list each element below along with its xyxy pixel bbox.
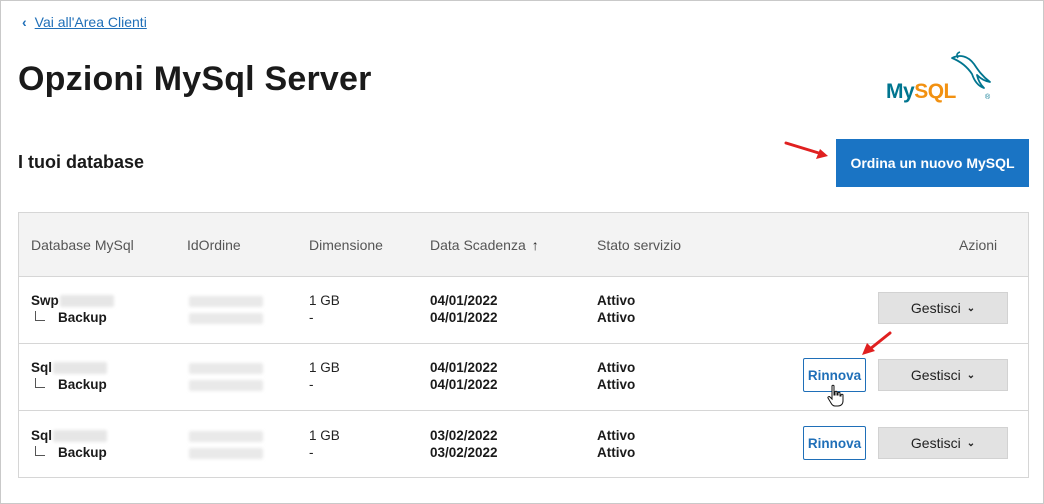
tree-branch-icon: [35, 445, 45, 456]
database-name-cell: Sql Backup: [31, 360, 108, 392]
size-cell: 1 GB -: [309, 360, 340, 392]
manage-dropdown-button[interactable]: Gestisci ⌄: [878, 292, 1008, 324]
chevron-left-icon: ‹: [22, 14, 27, 30]
tree-branch-icon: [35, 377, 45, 388]
status-cell: Attivo Attivo: [597, 360, 636, 392]
expiry-date-cell: 04/01/2022 04/01/2022: [430, 293, 498, 325]
id-ordine-cell: [189, 293, 263, 330]
renew-button[interactable]: Rinnova: [803, 426, 866, 460]
header-data-scadenza[interactable]: Data Scadenza ↑: [430, 237, 539, 253]
database-name-cell: Swp Backup: [31, 292, 114, 326]
chevron-down-icon: ⌄: [966, 437, 976, 449]
size-cell: 1 GB -: [309, 293, 340, 325]
mysql-wordmark: MySQL: [886, 80, 956, 103]
back-link-label: Vai all'Area Clienti: [34, 14, 147, 30]
header-stato-servizio: Stato servizio: [597, 237, 682, 253]
expiry-date-cell: 04/01/2022 04/01/2022: [430, 360, 498, 392]
annotation-arrow-icon: [862, 331, 892, 355]
sort-ascending-icon[interactable]: ↑: [532, 237, 539, 253]
chevron-down-icon: ⌄: [966, 302, 976, 314]
chevron-down-icon: ⌄: [966, 369, 976, 381]
status-cell: Attivo Attivo: [597, 428, 636, 460]
tree-branch-icon: [35, 310, 45, 321]
header-database: Database MySql: [31, 237, 134, 253]
header-azioni: Azioni: [959, 237, 998, 253]
mysql-logo: MySQL ®: [884, 48, 996, 108]
table-header: Database MySql IdOrdine Dimensione Data …: [19, 213, 1028, 277]
table-row: Sql Backup 1 GB - 03/02/2022 03/02/2022 At…: [19, 411, 1028, 478]
id-ordine-cell: [189, 360, 263, 397]
expiry-date-cell: 03/02/2022 03/02/2022: [430, 428, 498, 460]
size-cell: 1 GB -: [309, 428, 340, 460]
section-title: I tuoi database: [18, 152, 145, 172]
header-dimensione: Dimensione: [309, 237, 383, 253]
database-name-cell: Sql Backup: [31, 428, 108, 460]
page-title: Opzioni MySql Server: [18, 60, 372, 98]
back-to-client-area-link[interactable]: ‹ Vai all'Area Clienti: [22, 14, 147, 30]
manage-dropdown-button[interactable]: Gestisci ⌄: [878, 359, 1008, 391]
manage-dropdown-button[interactable]: Gestisci ⌄: [878, 427, 1008, 459]
status-cell: Attivo Attivo: [597, 293, 636, 325]
annotation-arrow-icon: [784, 141, 828, 159]
order-new-mysql-button[interactable]: Ordina un nuovo MySQL: [836, 139, 1029, 187]
id-ordine-cell: [189, 428, 263, 465]
header-id-ordine: IdOrdine: [187, 237, 241, 253]
hand-cursor-icon: [827, 384, 844, 407]
